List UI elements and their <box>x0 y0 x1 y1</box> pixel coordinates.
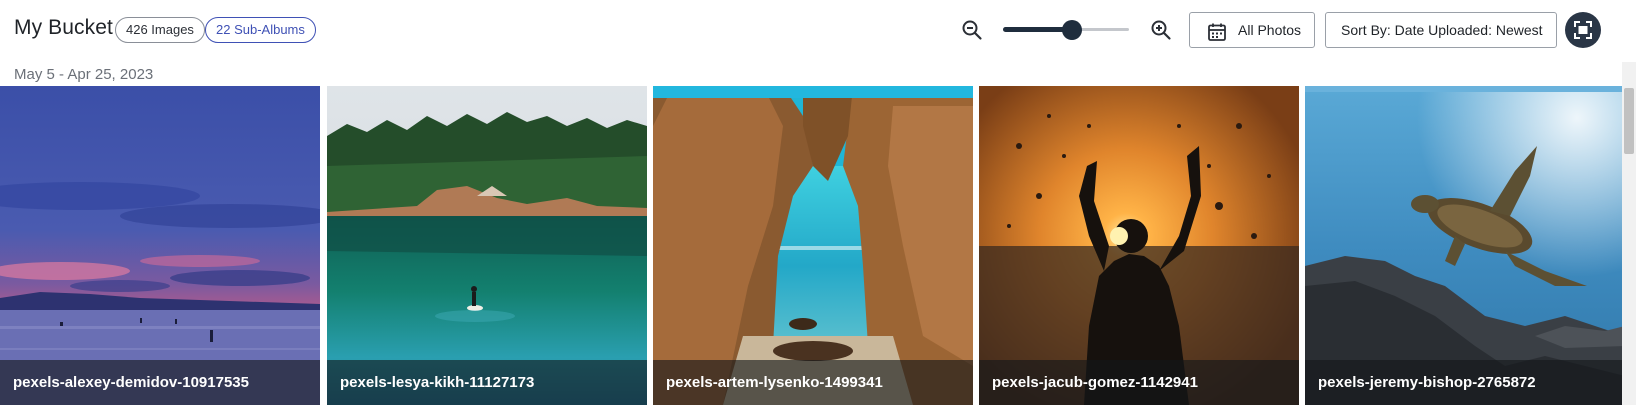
zoom-out-icon[interactable] <box>960 18 984 42</box>
photo-caption: pexels-jeremy-bishop-2765872 <box>1305 360 1625 405</box>
all-photos-button[interactable]: All Photos <box>1189 12 1315 48</box>
vertical-scrollbar[interactable] <box>1622 62 1636 405</box>
sort-label: Sort By: Date Uploaded: Newest <box>1341 22 1543 38</box>
zoom-in-icon[interactable] <box>1149 18 1173 42</box>
photo-tile[interactable]: pexels-artem-lysenko-1499341 <box>653 86 973 405</box>
photo-caption: pexels-alexey-demidov-10917535 <box>0 360 320 405</box>
page-title: My Bucket <box>14 16 113 39</box>
photo-caption: pexels-lesya-kikh-11127173 <box>327 360 647 405</box>
date-range-heading: May 5 - Apr 25, 2023 <box>14 66 154 83</box>
photo-thumbnail <box>1305 86 1625 405</box>
photo-thumbnail <box>979 86 1299 405</box>
images-count-badge: 426 Images <box>115 17 205 43</box>
photo-tile[interactable]: pexels-jacub-gomez-1142941 <box>979 86 1299 405</box>
sort-button[interactable]: Sort By: Date Uploaded: Newest <box>1325 12 1557 48</box>
top-bar: My Bucket 426 Images 22 Sub-Albums All P… <box>0 0 1636 62</box>
photo-caption: pexels-jacub-gomez-1142941 <box>979 360 1299 405</box>
zoom-slider-thumb[interactable] <box>1062 20 1082 40</box>
fullscreen-icon[interactable] <box>1565 12 1601 48</box>
sub-albums-badge[interactable]: 22 Sub-Albums <box>205 17 316 43</box>
calendar-icon <box>1207 20 1227 41</box>
all-photos-label: All Photos <box>1238 22 1302 38</box>
photo-thumbnail <box>0 86 320 405</box>
photo-grid: pexels-alexey-demidov-10917535 pexels-le… <box>0 86 1625 405</box>
photo-tile[interactable]: pexels-jeremy-bishop-2765872 <box>1305 86 1625 405</box>
photo-caption: pexels-artem-lysenko-1499341 <box>653 360 973 405</box>
photo-tile[interactable]: pexels-alexey-demidov-10917535 <box>0 86 320 405</box>
scrollbar-thumb[interactable] <box>1624 88 1634 154</box>
photo-tile[interactable]: pexels-lesya-kikh-11127173 <box>327 86 647 405</box>
photo-thumbnail <box>653 86 973 405</box>
zoom-slider[interactable] <box>1003 20 1129 40</box>
photo-thumbnail <box>327 86 647 405</box>
